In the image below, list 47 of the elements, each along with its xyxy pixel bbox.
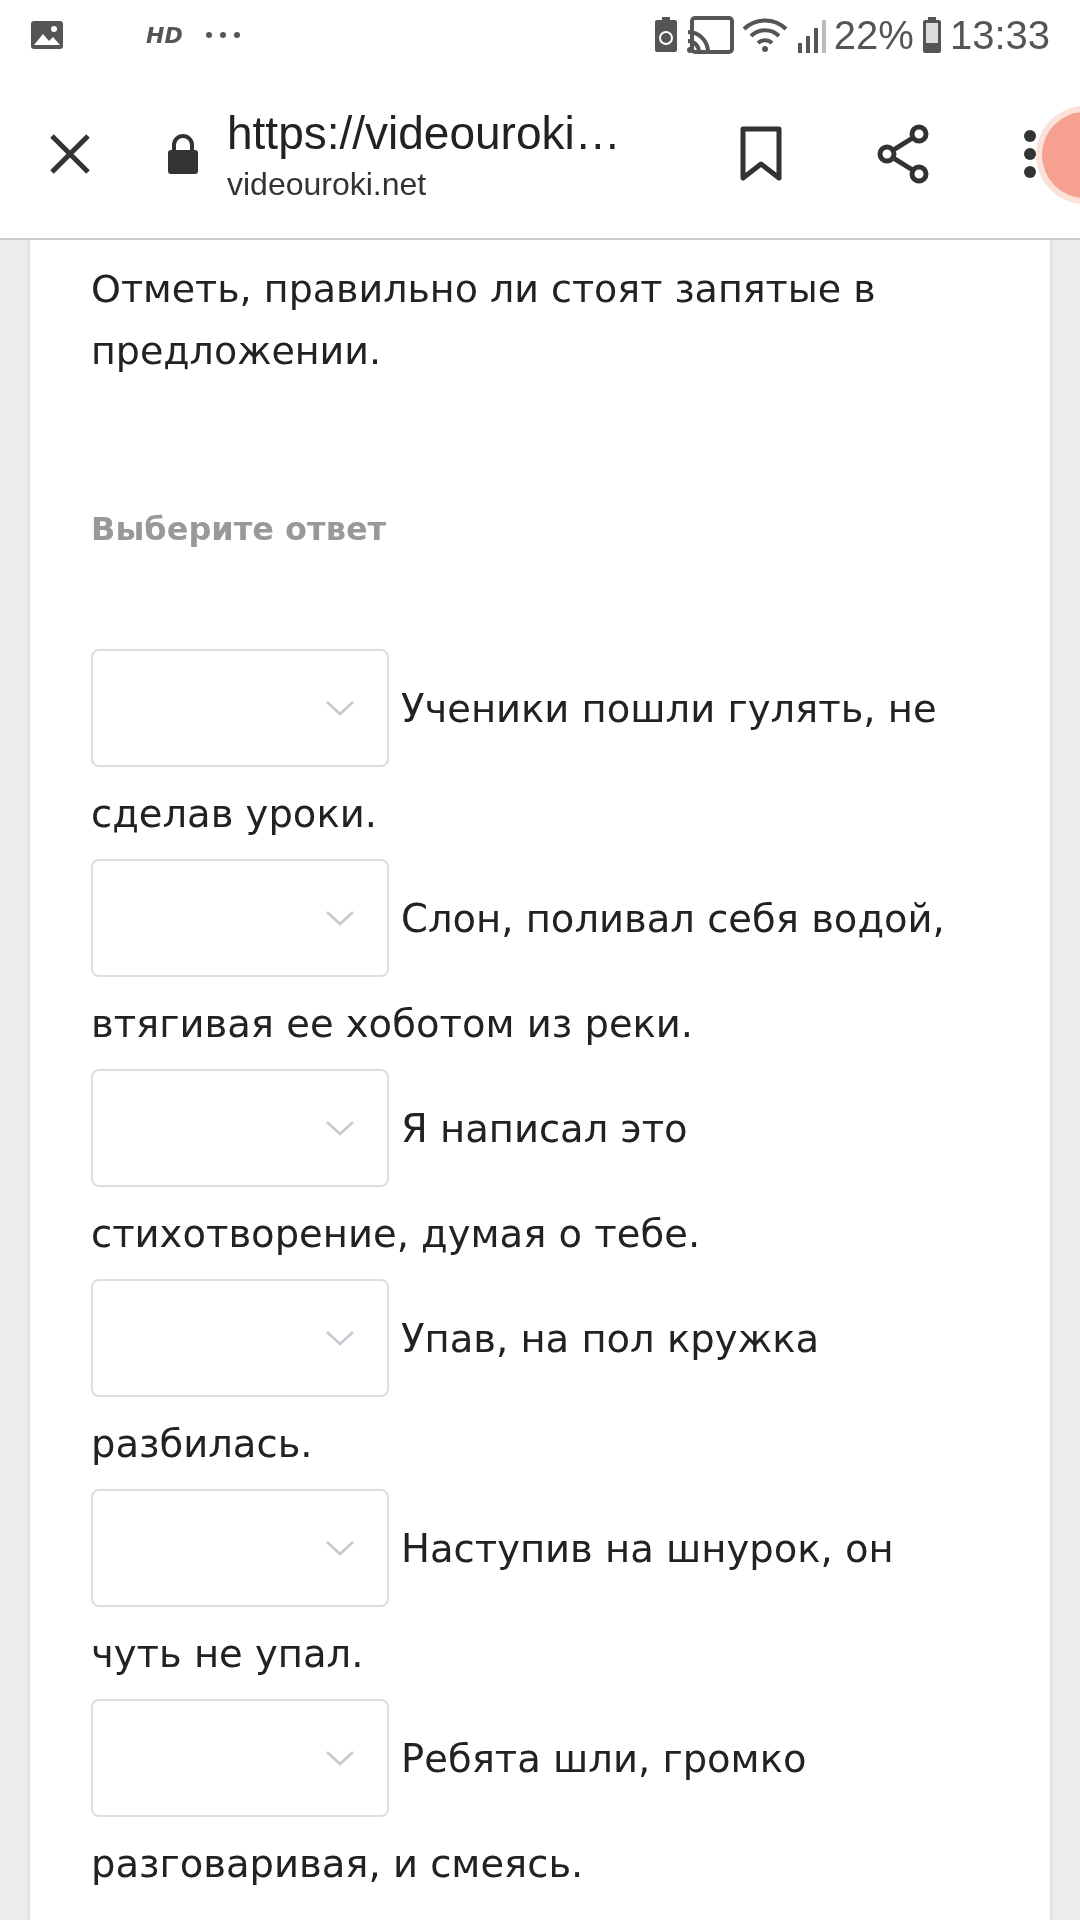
menu-icon [1023,129,1037,179]
bookmark-button[interactable] [739,126,783,182]
more-icon [204,31,241,39]
chevron-down-icon [325,700,355,716]
signal-icon [795,17,826,53]
question-text: Отметь, правильно ли стоят запятые в предложении. [91,266,877,375]
hd-label: HD [146,22,183,48]
sentence-text: разговаривая, и смеясь. [91,1840,584,1886]
image-icon [30,20,64,50]
battery-saver-icon [653,17,678,53]
sentence-text: сделав уроки. [91,790,377,836]
sentence-text: чуть не упал. [91,1630,364,1676]
sentence-text: Я написал это [401,1105,688,1151]
sentence-text: Упав, на пол кружка [401,1315,819,1361]
answer-dropdown[interactable] [91,859,389,977]
share-icon [875,123,931,185]
answer-prompt: Выберите ответ [91,510,388,548]
lock-icon [167,133,199,175]
page-title: https://videouroki… [227,105,622,160]
menu-button[interactable] [1023,129,1037,179]
sentence-text: разбилась. [91,1420,313,1466]
battery-icon [921,17,942,53]
sentence-text: Слон, поливал себя водой, [401,895,945,941]
answer-dropdown[interactable] [91,1699,389,1817]
sentence-text: Ребята шли, громко [401,1735,807,1781]
bookmark-icon [739,126,783,182]
sentence-text: втягивая ее хоботом из реки. [91,1000,694,1046]
battery-percent: 22% [833,12,914,58]
wifi-icon [741,17,788,53]
sentence-text: Наступив на шнурок, он [401,1525,894,1571]
chevron-down-icon [325,1120,355,1136]
share-button[interactable] [875,123,931,185]
answer-dropdown[interactable] [91,1279,389,1397]
chevron-down-icon [325,1750,355,1766]
clock: 13:33 [949,12,1050,58]
answer-dropdown[interactable] [91,649,389,767]
chevron-down-icon [325,1330,355,1346]
chevron-down-icon [325,910,355,926]
close-icon [48,132,92,176]
answer-dropdown[interactable] [91,1489,389,1607]
answer-dropdown[interactable] [91,1069,389,1187]
cast-icon [685,16,734,54]
sentence-text: стихотворение, думая о тебе. [91,1210,701,1256]
close-button[interactable] [48,132,92,176]
chevron-down-icon [325,1540,355,1556]
page-domain: videouroki.net [227,165,428,203]
sentence-text: Ученики пошли гулять, не [401,685,937,731]
